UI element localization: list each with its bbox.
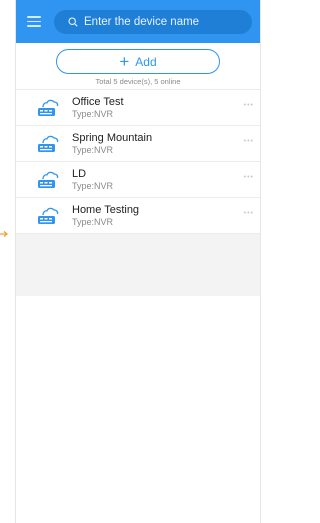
menu-icon[interactable] (16, 0, 52, 43)
more-dots-icon[interactable]: ••• (244, 138, 254, 145)
plus-icon: + (119, 52, 130, 71)
cloud-nvr-icon (38, 207, 59, 224)
search-input[interactable]: Enter the device name (54, 9, 252, 34)
device-type: Type:NVR (72, 216, 114, 227)
arrow-right-icon (0, 231, 8, 237)
more-dots-icon[interactable]: ••• (244, 102, 254, 109)
search-placeholder: Enter the device name (84, 15, 200, 28)
device-type: Type:NVR (72, 144, 114, 155)
device-type: Type:NVR (72, 108, 114, 119)
list-item[interactable]: Spring Mountain Type:NVR ••• (16, 126, 260, 162)
add-device-button[interactable]: + Add (56, 49, 220, 74)
list-item[interactable]: Office Test Type:NVR ••• (16, 90, 260, 126)
search-icon (68, 16, 78, 27)
device-list-screen: Enter the device name + Add Total 5 devi… (15, 0, 261, 523)
device-type: Type:NVR (72, 180, 114, 191)
list-item[interactable]: Home Testing Type:NVR ••• (16, 198, 260, 234)
more-dots-icon[interactable]: ••• (244, 174, 254, 181)
list-item[interactable]: LD Type:NVR ••• (16, 162, 260, 198)
device-name: Spring Mountain (72, 131, 153, 144)
cloud-nvr-icon (38, 135, 59, 152)
top-bar: Enter the device name (16, 0, 260, 43)
device-list: Office Test Type:NVR ••• Spring Mountain… (16, 89, 260, 234)
cloud-nvr-icon (38, 171, 59, 188)
device-name: Home Testing (72, 203, 140, 216)
device-summary: Total 5 device(s), 5 online (95, 77, 181, 86)
more-dots-icon[interactable]: ••• (244, 210, 254, 217)
device-name: LD (72, 167, 87, 180)
empty-area (16, 234, 260, 296)
cloud-nvr-icon (38, 99, 59, 116)
add-label: Add (135, 54, 157, 69)
add-area: + Add (16, 43, 260, 74)
device-name: Office Test (72, 95, 124, 108)
